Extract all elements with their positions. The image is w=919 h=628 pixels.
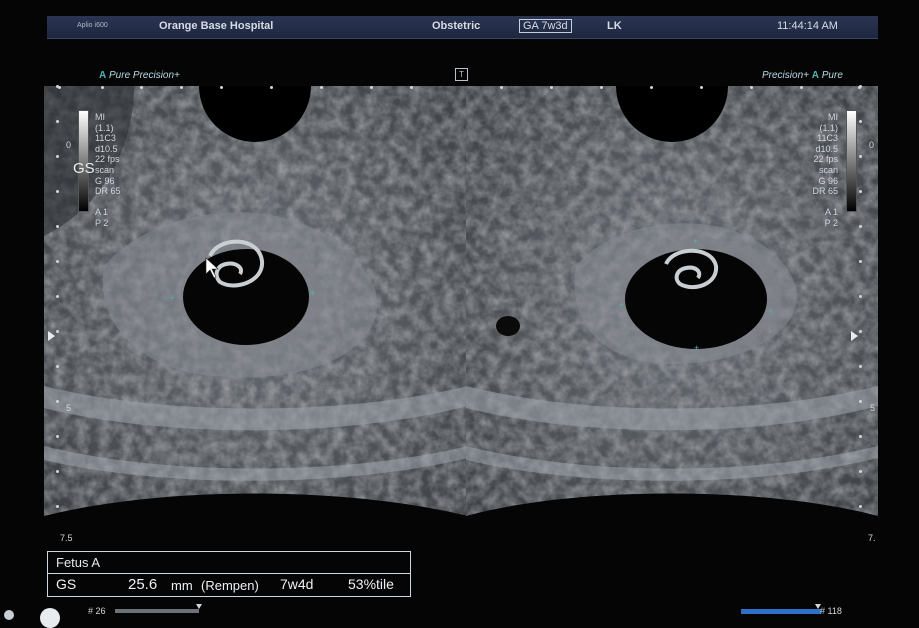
control-knob[interactable] (40, 608, 60, 628)
svg-text:+: + (694, 343, 699, 353)
preset-name-right: Precision+ (762, 70, 809, 81)
svg-text:+: + (619, 300, 624, 310)
param-line: A 1 (824, 207, 838, 218)
depth-label-right-mid: 5 (870, 403, 876, 413)
measurement-gestational-age: 7w4d (280, 576, 314, 592)
header-bar: Aplio i600 Orange Base Hospital Obstetri… (47, 16, 878, 39)
param-line: scan (818, 164, 838, 175)
depth-label-right-bottom: 7. (868, 533, 876, 543)
exam-type: Obstetric (432, 20, 481, 32)
frame-counter-right: # 118 (820, 606, 842, 616)
svg-text:+: + (768, 306, 773, 316)
param-line: A 1 (95, 207, 109, 218)
fetus-label: Fetus A (56, 555, 101, 570)
cine-bar-right[interactable] (741, 609, 821, 614)
depth-label-left-bottom: 7.5 (60, 533, 73, 543)
measurement-unit: mm (171, 578, 193, 593)
gs-annotation: GS (73, 160, 95, 177)
focus-marker-left[interactable] (48, 331, 55, 341)
gestational-age-badge[interactable]: GA 7w3d (519, 19, 572, 33)
focus-marker-right[interactable] (851, 331, 858, 341)
param-line: 22 fps (813, 154, 838, 165)
preset-label-left: A Pure Precision+ (99, 70, 180, 81)
frame-counter-left: # 26 (88, 606, 106, 616)
preset-prefix-left: A (99, 70, 107, 81)
clock: 11:44:14 AM (777, 20, 838, 32)
preset-prefix-right: A (811, 70, 819, 81)
svg-text:+: + (170, 293, 175, 303)
grayscale-bar-right (846, 110, 857, 212)
param-line: d10.5 (815, 143, 838, 154)
param-line: 11C3 (817, 133, 838, 144)
hospital-name: Orange Base Hospital (159, 20, 274, 32)
cine-bar-left[interactable] (115, 609, 199, 613)
imaging-params-right: MI (1.1) 11C3 d10.5 22 fps scan G 96 DR … (800, 112, 838, 229)
preset-name-left: Pure Precision+ (109, 70, 180, 81)
preset-suffix-right: Pure (821, 70, 843, 81)
measurement-percentile: 53%tile (348, 576, 394, 592)
lateral-scale (0, 86, 919, 90)
param-line: G 96 (818, 175, 838, 186)
depth-label-left-mid: 5 (66, 403, 72, 413)
param-line: MI (828, 112, 838, 122)
depth-scale-left (56, 85, 60, 540)
measurement-divider (48, 573, 410, 574)
param-line: DR 65 (95, 186, 121, 197)
param-line: P 2 (95, 217, 109, 228)
measurement-label: GS (56, 576, 77, 592)
measurement-method: (Rempen) (201, 578, 259, 593)
param-line: DR 65 (812, 186, 838, 197)
svg-text:+: + (693, 236, 698, 246)
param-line: 11C3 (95, 133, 116, 144)
param-line (800, 197, 838, 208)
measurement-value: 25.6 (128, 576, 158, 593)
param-line: scan (95, 164, 115, 175)
param-line: G 96 (95, 175, 115, 186)
dual-view-icon[interactable]: T (455, 68, 468, 81)
param-line: MI (95, 112, 105, 122)
depth-scale-right (859, 85, 863, 540)
depth-label-left-top: 0 (66, 140, 72, 150)
param-line: 22 fps (95, 154, 120, 165)
operator-initials: LK (607, 20, 622, 32)
depth-label-right-top: 0 (869, 140, 875, 150)
imaging-params-left: MI (1.1) 11C3 d10.5 22 fps scan G 96 DR … (95, 112, 121, 229)
param-line: (1.1) (819, 122, 838, 133)
preset-label-right: Precision+ A Pure (762, 70, 843, 81)
param-line: (1.1) (95, 122, 114, 133)
param-line (95, 197, 121, 208)
param-line: P 2 (824, 217, 838, 228)
cine-marker-left[interactable] (196, 604, 202, 609)
svg-text:+: + (310, 288, 315, 298)
measurement-panel: Fetus A GS 25.6 mm (Rempen) 7w4d 53%tile (47, 551, 411, 597)
system-model: Aplio i600 (77, 22, 108, 29)
param-line: d10.5 (95, 143, 118, 154)
